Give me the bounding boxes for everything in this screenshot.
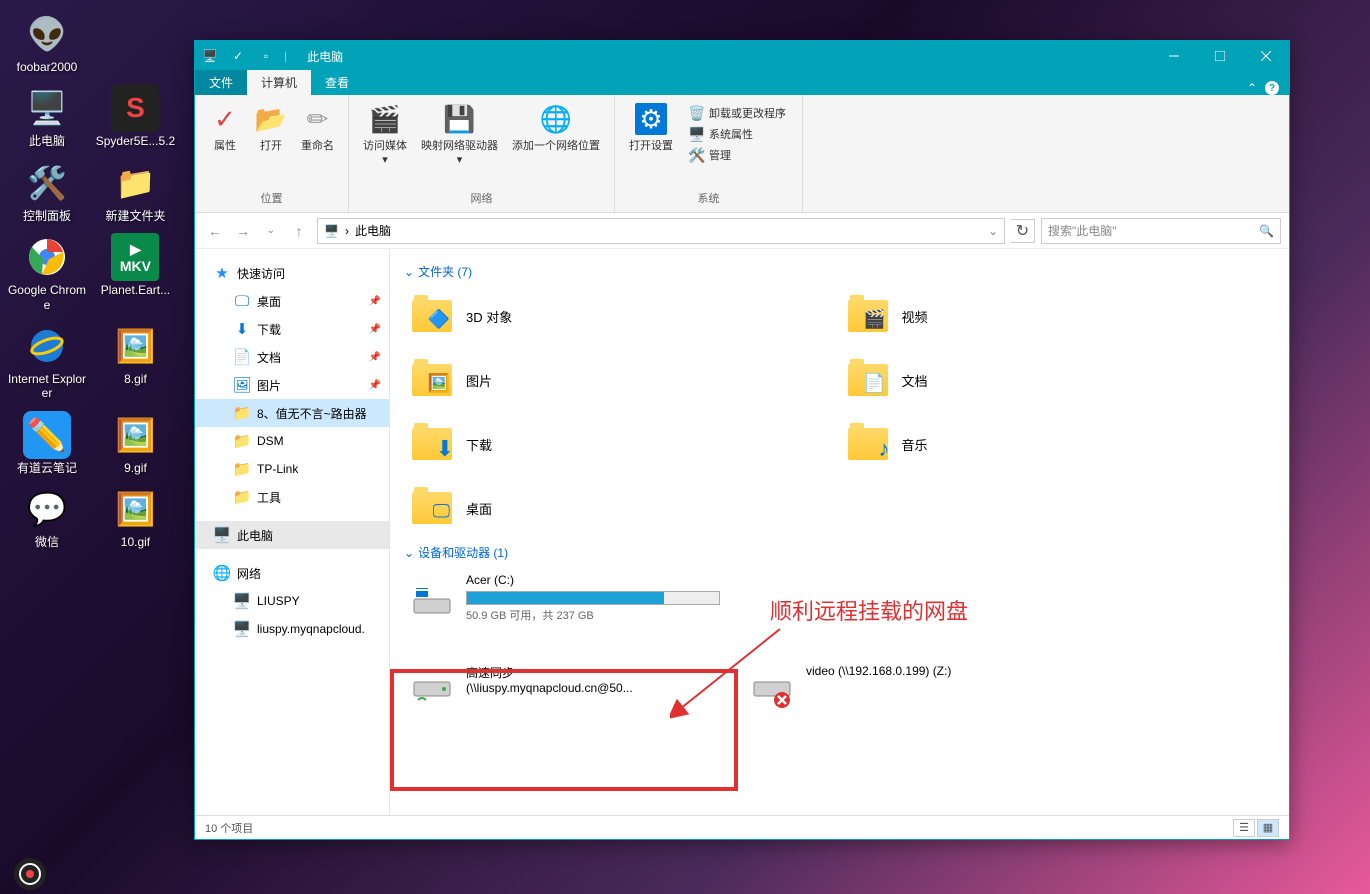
qat-folder-icon[interactable]: ▫	[256, 46, 276, 66]
nav-folder-tplink[interactable]: 📁TP-Link	[195, 455, 389, 483]
folder-3d-objects[interactable]: 🔷3D 对象	[404, 284, 840, 348]
nav-back-button[interactable]: ←	[203, 219, 227, 243]
chevron-down-icon: ⌄	[404, 265, 414, 279]
drive-icon	[408, 573, 456, 621]
pin-icon: 📌	[369, 352, 381, 363]
ie-icon[interactable]: Internet Explorer	[7, 322, 87, 401]
foobar2000-icon[interactable]: 👽foobar2000	[7, 10, 87, 74]
tab-file[interactable]: 文件	[195, 70, 247, 95]
desktop-icons-area: 👽foobar2000 🖥️此电脑 SSpyder5E...5.2 🛠️控制面板…	[0, 0, 190, 560]
folder-pictures[interactable]: 🖼️图片	[404, 348, 840, 412]
nav-quick-access[interactable]: ★快速访问	[195, 259, 389, 287]
annotation-text: 顺利远程挂载的网盘	[770, 594, 968, 626]
qat-properties-icon[interactable]: ✓	[228, 46, 248, 66]
taskbar-app[interactable]	[0, 854, 60, 894]
folder-documents[interactable]: 📄文档	[840, 348, 1276, 412]
titlebar[interactable]: 🖥️ ✓ ▫ | 此电脑	[195, 41, 1289, 71]
chrome-icon[interactable]: Google Chrome	[7, 233, 87, 312]
view-icons-button[interactable]: ▦	[1257, 819, 1279, 837]
address-input[interactable]: 🖥️ › 此电脑 ⌄	[317, 218, 1005, 244]
control-panel-icon[interactable]: 🛠️控制面板	[7, 159, 87, 223]
tab-view[interactable]: 查看	[311, 70, 363, 95]
map-drive-button[interactable]: 💾映射网络驱动器▾	[415, 99, 504, 170]
pc-icon: 🖥️	[324, 224, 339, 238]
tab-computer[interactable]: 计算机	[247, 70, 311, 95]
pin-icon: 📌	[369, 380, 381, 391]
new-folder-icon[interactable]: 📁新建文件夹	[95, 159, 175, 223]
properties-button[interactable]: ✓属性	[203, 99, 247, 157]
nav-qnap[interactable]: 🖥️liuspy.myqnapcloud.	[195, 615, 389, 643]
open-settings-button[interactable]: ⚙打开设置	[623, 99, 679, 157]
ribbon: ✓属性 📂打开 ✏重命名 位置 🎬访问媒体▾ 💾映射网络驱动器▾ 🌐添加一个网络…	[195, 95, 1289, 213]
youdao-icon[interactable]: ✏️有道云笔记	[7, 411, 87, 475]
network-location-qnap[interactable]: 高速同步 (\\liuspy.myqnapcloud.cn@50...	[404, 656, 724, 720]
chevron-down-icon: ⌄	[404, 546, 414, 560]
window-title: 此电脑	[307, 48, 343, 65]
nav-liuspy[interactable]: 🖥️LIUSPY	[195, 587, 389, 615]
nav-forward-button[interactable]: →	[231, 219, 255, 243]
help-icon[interactable]: ?	[1265, 81, 1279, 95]
drive-c[interactable]: Acer (C:) 50.9 GB 可用，共 237 GB	[404, 565, 724, 631]
pin-icon: 📌	[369, 324, 381, 335]
status-bar: 10 个项目 ☰ ▦	[195, 815, 1289, 839]
uninstall-button[interactable]: 🗑️卸载或更改程序	[685, 103, 790, 123]
nav-this-pc[interactable]: 🖥️此电脑	[195, 521, 389, 549]
wechat-icon[interactable]: 💬微信	[7, 485, 87, 549]
network-drive-icon	[408, 664, 456, 712]
drive-usage-bar	[466, 591, 720, 605]
nav-pictures[interactable]: 🖼图片📌	[195, 371, 389, 399]
add-location-button[interactable]: 🌐添加一个网络位置	[506, 99, 606, 157]
folder-downloads[interactable]: ⬇下载	[404, 412, 840, 476]
mkv-file-icon[interactable]: ▶MKVPlanet.Eart...	[95, 233, 175, 297]
maximize-button[interactable]	[1197, 41, 1243, 71]
explorer-window: 🖥️ ✓ ▫ | 此电脑 文件 计算机 查看 ⌃ ? ✓属性 📂打开 ✏重命名	[194, 40, 1290, 840]
folder-desktop[interactable]: 🖵桌面	[404, 476, 840, 540]
address-bar: ← → ⌄ ↑ 🖥️ › 此电脑 ⌄ ↻ 搜索"此电脑" 🔍	[195, 213, 1289, 249]
navigation-pane[interactable]: ★快速访问 🖵桌面📌 ⬇下载📌 📄文档📌 🖼图片📌 📁8、值无不言~路由器 📁D…	[195, 249, 390, 815]
this-pc-icon[interactable]: 🖥️此电脑	[7, 84, 87, 148]
nav-network[interactable]: 🌐网络	[195, 559, 389, 587]
section-devices[interactable]: ⌄设备和驱动器 (1)	[404, 540, 1275, 565]
close-button[interactable]	[1243, 41, 1289, 71]
nav-folder-dsm[interactable]: 📁DSM	[195, 427, 389, 455]
address-dropdown-icon[interactable]: ⌄	[988, 224, 998, 238]
nav-folder-router[interactable]: 📁8、值无不言~路由器	[195, 399, 389, 427]
spyder-icon[interactable]: SSpyder5E...5.2	[95, 84, 175, 148]
manage-button[interactable]: 🛠️管理	[685, 145, 790, 165]
minimize-button[interactable]	[1151, 41, 1197, 71]
refresh-button[interactable]: ↻	[1011, 219, 1035, 243]
network-location-video[interactable]: video (\\192.168.0.199) (Z:)	[744, 656, 1064, 720]
view-details-button[interactable]: ☰	[1233, 819, 1255, 837]
nav-folder-tools[interactable]: 📁工具	[195, 483, 389, 511]
ribbon-tabs: 文件 计算机 查看 ⌃ ?	[195, 71, 1289, 95]
gif-9-icon[interactable]: 🖼️9.gif	[95, 411, 175, 475]
folder-videos[interactable]: 🎬视频	[840, 284, 1276, 348]
search-icon: 🔍	[1259, 224, 1274, 238]
pin-icon: 📌	[369, 296, 381, 307]
breadcrumb-this-pc[interactable]: 此电脑	[355, 222, 391, 239]
system-properties-button[interactable]: 🖥️系统属性	[685, 124, 790, 144]
nav-downloads[interactable]: ⬇下载📌	[195, 315, 389, 343]
ribbon-collapse-icon[interactable]: ⌃	[1247, 81, 1257, 95]
rename-button[interactable]: ✏重命名	[295, 99, 340, 157]
nav-documents[interactable]: 📄文档📌	[195, 343, 389, 371]
open-button[interactable]: 📂打开	[249, 99, 293, 157]
nav-up-button[interactable]: ↑	[287, 219, 311, 243]
access-media-button[interactable]: 🎬访问媒体▾	[357, 99, 413, 170]
app-icon: 🖥️	[200, 46, 220, 66]
gif-10-icon[interactable]: 🖼️10.gif	[95, 485, 175, 549]
section-folders[interactable]: ⌄文件夹 (7)	[404, 259, 1275, 284]
search-input[interactable]: 搜索"此电脑" 🔍	[1041, 218, 1281, 244]
nav-desktop[interactable]: 🖵桌面📌	[195, 287, 389, 315]
content-pane[interactable]: ⌄文件夹 (7) 🔷3D 对象 🖼️图片 ⬇下载 🖵桌面 🎬视频 📄文档 ♪音乐…	[390, 249, 1289, 815]
status-item-count: 10 个项目	[205, 820, 253, 836]
nav-recent-button[interactable]: ⌄	[259, 219, 283, 243]
network-drive-disconnected-icon	[748, 664, 796, 712]
folder-music[interactable]: ♪音乐	[840, 412, 1276, 476]
gif-8-icon[interactable]: 🖼️8.gif	[95, 322, 175, 386]
